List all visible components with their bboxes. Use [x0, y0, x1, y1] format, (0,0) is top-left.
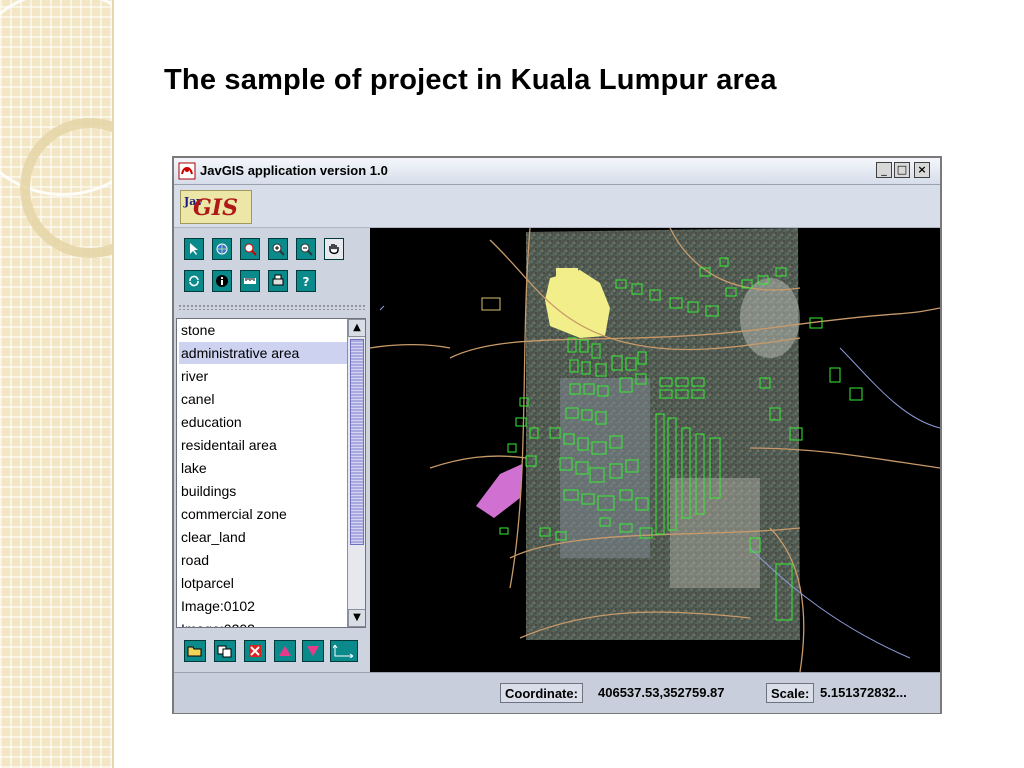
zoom-box-icon	[244, 243, 257, 256]
pan-button[interactable]	[324, 238, 344, 260]
map-canvas[interactable]	[370, 228, 940, 672]
layer-item[interactable]: river	[179, 365, 347, 387]
layer-item-selected[interactable]: administrative area	[179, 342, 347, 364]
panel-separator[interactable]	[178, 304, 366, 310]
select-tool-button[interactable]	[184, 238, 204, 260]
print-button[interactable]	[268, 270, 288, 292]
select-arrow-icon	[190, 243, 198, 255]
move-layer-up-button[interactable]	[274, 640, 296, 662]
logo-text: GIS	[193, 195, 238, 221]
layer-item[interactable]: residentail area	[179, 434, 347, 456]
app-icon	[178, 162, 196, 180]
layer-item[interactable]: stone	[179, 319, 347, 341]
app-logo: Jav GIS	[180, 190, 252, 224]
help-icon: ?	[303, 275, 310, 288]
scroll-up-arrow-icon[interactable]: ▲	[348, 319, 365, 337]
open-layer-button[interactable]	[184, 640, 206, 662]
commercial-zone-polygon	[476, 464, 522, 518]
slide-title: The sample of project in Kuala Lumpur ar…	[164, 64, 777, 96]
coordinate-label: Coordinate:	[500, 683, 583, 703]
add-layer-button[interactable]	[214, 640, 236, 662]
layer-item[interactable]: Image:0102	[179, 595, 347, 617]
layer-item[interactable]: Image:0202	[179, 618, 347, 627]
layer-item[interactable]: buildings	[179, 480, 347, 502]
window-titlebar[interactable]: JavGIS application version 1.0 _ □ ×	[174, 158, 940, 185]
layer-item[interactable]: lotparcel	[179, 572, 347, 594]
maximize-button[interactable]: □	[894, 162, 910, 178]
zoom-out-icon	[300, 243, 313, 256]
refresh-button[interactable]	[184, 270, 204, 292]
layer-list-scrollbar[interactable]: ▲ ▼	[347, 319, 365, 627]
map-view[interactable]	[370, 228, 940, 672]
layer-toolbar	[174, 634, 370, 668]
layer-item[interactable]: commercial zone	[179, 503, 347, 525]
info-button[interactable]	[212, 270, 232, 292]
scale-value: 5.151372832...	[820, 685, 907, 700]
layer-extent-icon	[333, 644, 354, 658]
layer-extent-button[interactable]	[330, 640, 358, 662]
measure-icon	[244, 278, 256, 284]
help-button[interactable]: ?	[296, 270, 316, 292]
close-button[interactable]: ×	[914, 162, 930, 178]
pan-hand-icon	[329, 244, 339, 255]
refresh-icon	[189, 275, 199, 287]
zoom-in-icon	[272, 243, 285, 256]
zoom-out-button[interactable]	[296, 238, 316, 260]
layer-list[interactable]: stone administrative area river canel ed…	[176, 318, 366, 628]
move-layer-down-button[interactable]	[302, 640, 324, 662]
measure-button[interactable]	[240, 270, 260, 292]
decor-edge	[112, 0, 114, 768]
minimize-button[interactable]: _	[876, 162, 892, 178]
scale-label: Scale:	[766, 683, 815, 703]
layer-item[interactable]: clear_land	[179, 526, 347, 548]
layer-item[interactable]: education	[179, 411, 347, 433]
lotparcel-outline	[481, 297, 501, 311]
slide-decoration	[0, 0, 114, 768]
print-icon	[272, 274, 284, 286]
layer-item[interactable]: lake	[179, 457, 347, 479]
remove-layer-button[interactable]	[244, 640, 266, 662]
scroll-down-arrow-icon[interactable]: ▼	[348, 609, 365, 627]
add-layer-icon	[217, 645, 232, 658]
layer-item[interactable]: road	[179, 549, 347, 571]
app-window: JavGIS application version 1.0 _ □ × Jav…	[172, 156, 942, 714]
svg-text:?: ?	[303, 275, 310, 288]
open-folder-icon	[187, 646, 202, 657]
globe-icon	[216, 243, 228, 255]
coordinate-value: 406537.53,352759.87	[598, 685, 725, 700]
full-extent-button[interactable]	[212, 238, 232, 260]
layer-item[interactable]: canel	[179, 388, 347, 410]
info-icon	[216, 275, 228, 287]
administrative-area-polygon	[556, 268, 578, 288]
left-panel: ? stone administrative area river canel …	[174, 228, 370, 672]
urban-area	[560, 378, 650, 558]
remove-layer-icon	[249, 645, 261, 657]
logo-bar: Jav GIS	[174, 185, 940, 228]
status-bar: Coordinate: 406537.53,352759.87 Scale: 5…	[174, 672, 940, 713]
move-up-icon	[279, 646, 291, 656]
scroll-thumb[interactable]	[350, 339, 364, 545]
window-title: JavGIS application version 1.0	[200, 163, 388, 178]
zoom-box-button[interactable]	[240, 238, 260, 260]
move-down-icon	[307, 646, 319, 656]
zoom-in-button[interactable]	[268, 238, 288, 260]
